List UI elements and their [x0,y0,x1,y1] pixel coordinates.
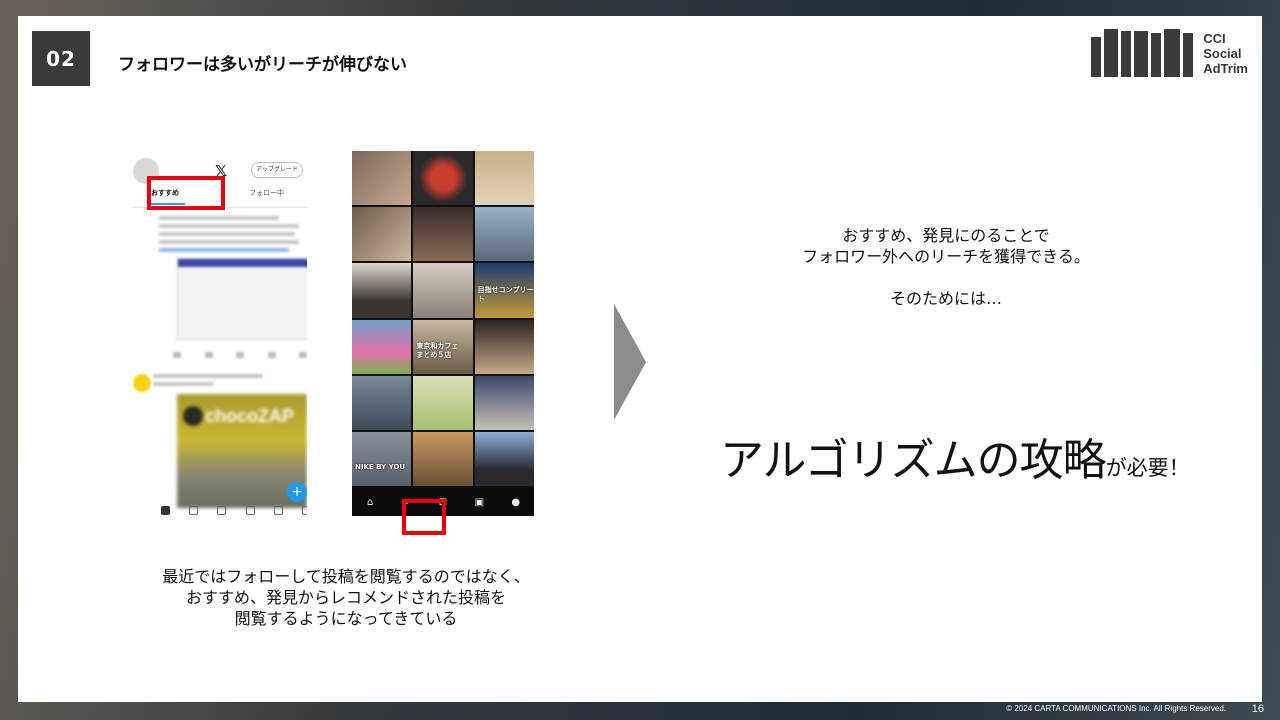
search-icon[interactable] [189,506,199,515]
chocozap-avatar [133,374,151,392]
chocozap-icon [183,406,203,426]
grid-photo[interactable] [413,375,473,430]
grid-photo[interactable] [474,431,534,486]
grid-photo[interactable] [413,263,473,318]
like-icon [236,352,244,358]
logo-line-3: AdTrim [1203,60,1248,76]
grid-photo[interactable] [474,375,534,430]
grid-photo[interactable] [413,151,473,206]
grid-photo[interactable] [352,207,412,262]
blurred-post-header [153,370,303,386]
logo-line-2: Social [1203,45,1242,61]
left-caption: 最近ではフォローして投稿を閲覧するのではなく、 おすすめ、発見からレコメンドされ… [162,567,530,628]
grid-caption: 目指せコンプリート [477,285,534,303]
communities-icon[interactable] [245,506,255,515]
headline: アルゴリズムの攻略が必要！ [720,424,1190,488]
explore-grid: 目指せコンプリート 東京和カフェ まとめ５店 NIKE BY YOU [352,151,534,486]
explanation-line-3: そのためには… [889,289,1002,308]
compose-button[interactable]: + [287,482,307,502]
explanation-line-2: フォロワー外へのリーチを獲得できる。 [802,247,1090,266]
views-icon [267,352,276,358]
headline-main: アルゴリズムの攻略 [720,435,1107,486]
messages-icon[interactable] [301,506,307,515]
x-bottom-nav [161,506,307,515]
grid-photo[interactable] [474,207,534,262]
adtrim-logo-mark-icon [1091,29,1194,77]
grid-caption: 東京和カフェ まとめ５店 [416,341,459,359]
grid-photo[interactable] [352,151,412,206]
slide-title: フォロワーは多いがリーチが伸びない [118,55,407,75]
instagram-explore-screenshot: 目指せコンプリート 東京和カフェ まとめ５店 NIKE BY YOU ⌂ ⌕ ⊞… [352,151,534,516]
reply-icon [173,352,181,358]
highlight-search-tab [402,499,446,535]
explanation-line-1: おすすめ、発見にのることで [842,226,1050,245]
page-number: 16 [1251,703,1264,715]
grid-photo[interactable] [413,431,473,486]
grid-photo[interactable] [352,319,412,374]
headline-suffix: が必要！ [1105,456,1190,480]
right-arrow-icon [614,304,646,420]
grid-photo[interactable]: NIKE BY YOU [352,431,412,486]
grid-photo[interactable]: 東京和カフェ まとめ５店 [413,319,473,374]
grok-icon[interactable] [217,506,227,515]
profile-icon[interactable]: ● [510,497,522,508]
tab-following[interactable]: フォロー中 [249,188,284,198]
grid-photo[interactable] [474,151,534,206]
chocozap-sign: chocoZAP [205,406,295,426]
grid-caption: NIKE BY YOU [355,463,406,471]
reels-icon[interactable]: ▣ [473,497,485,508]
logo-text: CCI Social AdTrim [1203,31,1248,76]
grid-photo[interactable]: 目指せコンプリート [474,263,534,318]
post-image [177,258,307,340]
home-icon[interactable]: ⌂ [364,497,376,508]
home-icon[interactable] [161,506,170,515]
upgrade-button[interactable]: アップグレード [251,162,303,178]
blurred-post [139,212,307,352]
grid-photo[interactable] [352,375,412,430]
notifications-icon[interactable] [273,506,283,515]
brand-logo: CCI Social AdTrim [1091,29,1248,77]
logo-line-1: CCI [1203,30,1226,46]
highlight-recommended-tab [147,176,225,210]
copyright: © 2024 CARTA COMMUNICATIONS Inc. All Rig… [1006,704,1226,713]
grid-photo[interactable] [413,207,473,262]
repost-icon [204,352,213,358]
post-actions [173,352,307,360]
right-explanation: おすすめ、発見にのることで フォロワー外へのリーチを獲得できる。 そのためには… [716,225,1176,309]
grid-photo[interactable] [352,263,412,318]
share-icon [299,352,307,358]
section-number: 02 [32,31,90,86]
grid-photo[interactable] [474,319,534,374]
